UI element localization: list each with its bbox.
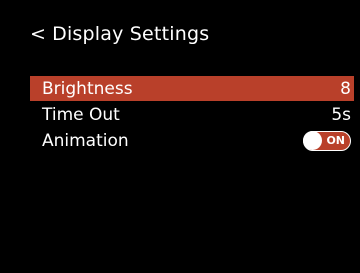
menu-item-animation[interactable]: Animation ON <box>30 128 354 153</box>
menu-item-time-out[interactable]: Time Out 5s <box>30 102 354 127</box>
menu-item-brightness[interactable]: Brightness 8 <box>30 76 354 101</box>
screen-header: < Display Settings <box>30 18 209 50</box>
menu-item-label: Animation <box>42 130 129 151</box>
menu-item-value: 5s <box>331 104 351 125</box>
back-chevron-icon[interactable]: < <box>30 23 46 45</box>
menu-item-label: Brightness <box>42 78 133 99</box>
animation-toggle[interactable]: ON <box>303 130 351 151</box>
toggle-state-text: ON <box>326 134 345 147</box>
menu-item-value: 8 <box>340 78 351 99</box>
menu-item-label: Time Out <box>42 104 120 125</box>
toggle-knob <box>303 130 322 150</box>
page-title: Display Settings <box>52 23 210 45</box>
settings-menu: Brightness 8 Time Out 5s Animation ON <box>30 76 354 154</box>
